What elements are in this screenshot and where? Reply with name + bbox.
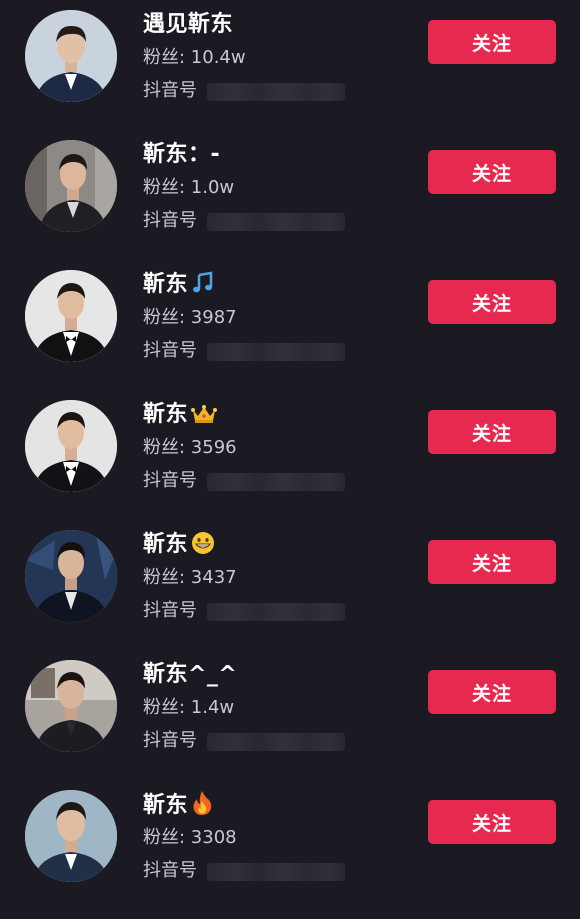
fans-count: 粉丝: 3596	[143, 437, 237, 458]
douyin-id-label: 抖音号	[143, 80, 197, 101]
fans-count: 粉丝: 3308	[143, 827, 237, 848]
douyin-id-label: 抖音号	[143, 470, 197, 491]
follow-button[interactable]: 关注	[428, 280, 556, 324]
fire-icon	[191, 790, 213, 825]
account-row[interactable]: 靳东 粉丝: 3987 抖音号 关注	[0, 270, 580, 399]
avatar[interactable]	[25, 140, 117, 232]
douyin-id-value-blurred	[207, 733, 345, 751]
douyin-id-value-blurred	[207, 603, 345, 621]
account-name: 靳东	[143, 790, 213, 825]
douyin-id-label: 抖音号	[143, 340, 197, 361]
account-name: 遇见靳东	[143, 12, 234, 37]
avatar[interactable]	[25, 270, 117, 362]
follow-button[interactable]: 关注	[428, 20, 556, 64]
account-name: 靳东：-	[143, 142, 221, 167]
account-name: 靳东	[143, 400, 218, 434]
avatar[interactable]	[25, 530, 117, 622]
douyin-id-label: 抖音号	[143, 210, 197, 231]
account-row[interactable]: 靳东：- 粉丝: 1.0w 抖音号 关注	[0, 140, 580, 269]
account-name: 靳东	[143, 530, 215, 564]
douyin-id-label: 抖音号	[143, 600, 197, 621]
account-name: 靳东	[143, 270, 215, 304]
avatar[interactable]	[25, 660, 117, 752]
account-row[interactable]: 靳东 粉丝: 3437 抖音号 关注	[0, 530, 580, 659]
music-note-icon	[191, 271, 215, 304]
account-row[interactable]: 遇见靳东 粉丝: 10.4w 抖音号 关注	[0, 10, 580, 139]
fans-count: 粉丝: 1.4w	[143, 697, 235, 718]
account-row[interactable]: 靳东 粉丝: 3596 抖音号 关注	[0, 400, 580, 529]
crown-icon	[191, 403, 218, 434]
fans-count: 粉丝: 3437	[143, 567, 237, 588]
douyin-id-value-blurred	[207, 343, 345, 361]
douyin-id-label: 抖音号	[143, 730, 197, 751]
grin-icon	[191, 531, 215, 564]
follow-button[interactable]: 关注	[428, 800, 556, 844]
douyin-id-value-blurred	[207, 83, 345, 101]
follow-button[interactable]: 关注	[428, 670, 556, 714]
account-name: 靳东^_^	[143, 662, 238, 687]
avatar[interactable]	[25, 790, 117, 882]
douyin-id-value-blurred	[207, 213, 345, 231]
fans-count: 粉丝: 10.4w	[143, 47, 246, 68]
fans-count: 粉丝: 3987	[143, 307, 237, 328]
douyin-id-value-blurred	[207, 863, 345, 881]
account-row[interactable]: 靳东^_^ 粉丝: 1.4w 抖音号 关注	[0, 660, 580, 789]
follow-button[interactable]: 关注	[428, 150, 556, 194]
avatar[interactable]	[25, 10, 117, 102]
follow-button[interactable]: 关注	[428, 540, 556, 584]
avatar[interactable]	[25, 400, 117, 492]
douyin-id-label: 抖音号	[143, 860, 197, 881]
fans-count: 粉丝: 1.0w	[143, 177, 235, 198]
douyin-id-value-blurred	[207, 473, 345, 491]
follow-button[interactable]: 关注	[428, 410, 556, 454]
